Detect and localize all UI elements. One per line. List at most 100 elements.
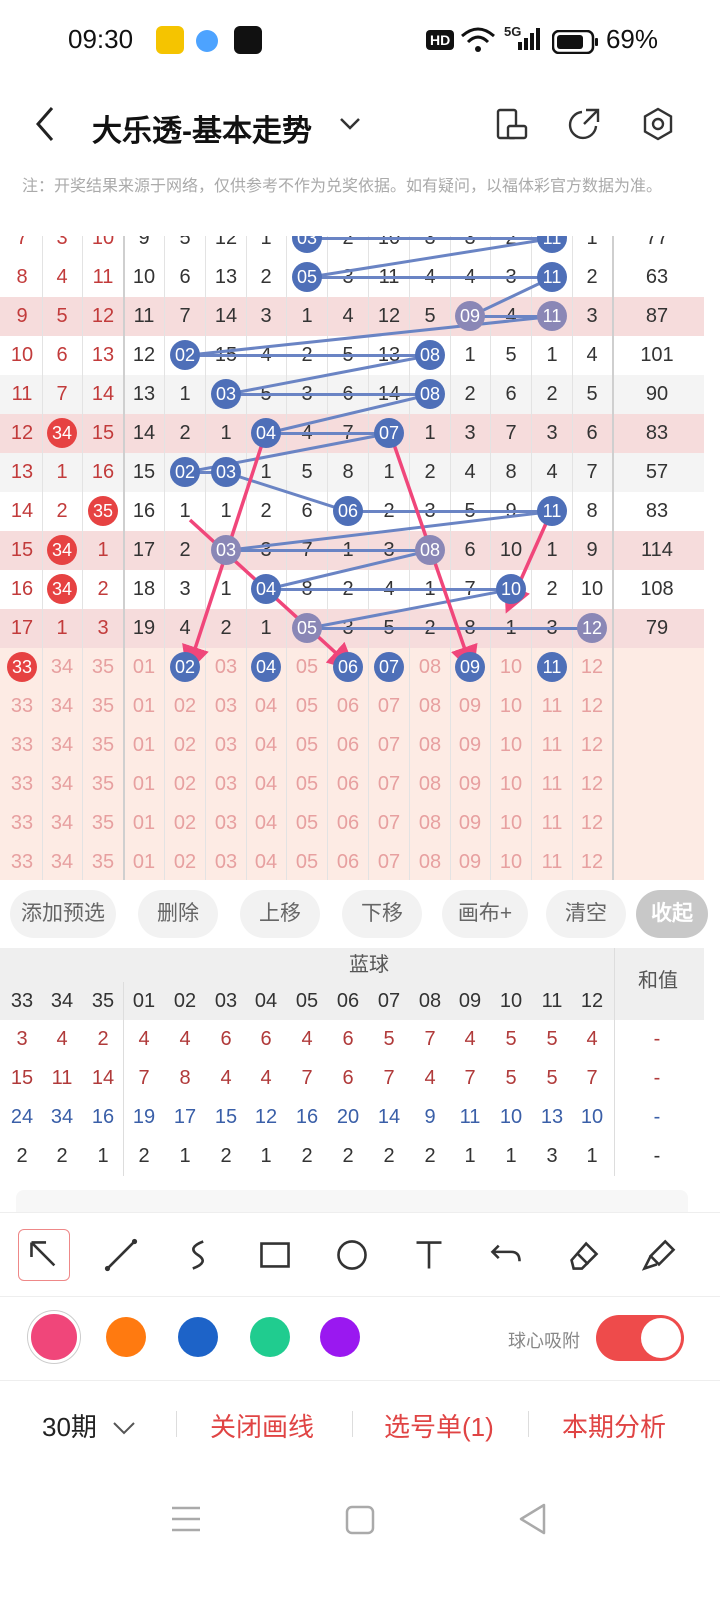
curve-tool-icon[interactable]	[172, 1229, 224, 1281]
blue-ball: 02	[170, 457, 200, 487]
front-ball: 34	[47, 574, 77, 604]
status-time: 09:30	[68, 24, 134, 54]
stats-cell: 19	[132, 1106, 156, 1128]
move-up-button[interactable]: 上移	[240, 890, 320, 938]
clear-brush-tool-icon[interactable]	[634, 1229, 686, 1281]
chevron-down-icon[interactable]	[338, 112, 362, 136]
stats-cell: 7	[383, 1067, 395, 1089]
snap-toggle[interactable]	[596, 1315, 684, 1361]
blue-ball: 02	[170, 340, 200, 370]
stats-cell: 2	[301, 1145, 313, 1167]
pick-list-button[interactable]: 选号单(1)	[384, 1407, 494, 1444]
selected-blue-ball[interactable]: 07	[374, 652, 404, 682]
clear-button[interactable]: 清空	[546, 890, 626, 938]
blue-ball: 04	[251, 418, 281, 448]
add-preselect-button[interactable]: 添加预选	[10, 890, 116, 938]
color-swatch[interactable]	[320, 1317, 360, 1357]
stats-cell: 7	[464, 1067, 476, 1089]
color-swatch[interactable]	[106, 1317, 146, 1357]
blue-ball: 09	[455, 301, 485, 331]
stats-cell: 16	[295, 1106, 319, 1128]
browser-notification-icon	[196, 30, 218, 52]
selected-blue-ball[interactable]: 06	[333, 652, 363, 682]
rect-tool-icon[interactable]	[249, 1229, 301, 1281]
trend-chart[interactable]: 7 3 10 9 5 12 1 2 10 3 3 2 1 77 8 4 11 10 6 13 2 3 11 4 4 3 2 63 9 5 1…	[0, 236, 704, 880]
stats-column-header: 11	[541, 990, 563, 1012]
stats-column-header: 35	[91, 990, 115, 1012]
period-selector[interactable]: 30期	[42, 1407, 136, 1444]
chevron-down-icon	[113, 1422, 135, 1435]
selected-blue-ball[interactable]: 04	[251, 652, 281, 682]
stats-cell: 8	[179, 1067, 191, 1089]
circle-tool-icon[interactable]	[326, 1229, 378, 1281]
stats-divider	[123, 982, 124, 1176]
stats-cell: 12	[254, 1106, 278, 1128]
app-header: 大乐透-基本走势	[0, 84, 720, 170]
move-down-button[interactable]: 下移	[342, 890, 422, 938]
stats-cell: 4	[56, 1028, 68, 1050]
line-tool-icon[interactable]	[95, 1229, 147, 1281]
canvas-plus-button[interactable]: 画布+	[442, 890, 528, 938]
color-swatch[interactable]	[28, 1311, 80, 1363]
undo-tool-icon[interactable]	[480, 1229, 532, 1281]
bottom-bar: 30期 关闭画线 选号单(1) 本期分析	[0, 1380, 720, 1466]
color-swatch[interactable]	[250, 1317, 290, 1357]
blue-ball: 11	[537, 496, 567, 526]
selected-blue-ball[interactable]: 09	[455, 652, 485, 682]
menu-nav-icon[interactable]	[170, 1504, 202, 1534]
settings-hex-icon[interactable]	[640, 106, 676, 142]
stats-cell: 11	[51, 1067, 73, 1089]
selected-front-ball[interactable]: 33	[7, 652, 37, 682]
analysis-button[interactable]: 本期分析	[562, 1407, 666, 1444]
stats-column-header: 34	[50, 990, 74, 1012]
screen-rotate-icon[interactable]	[494, 106, 530, 142]
blue-ball: 04	[251, 574, 281, 604]
home-nav-icon[interactable]	[344, 1504, 376, 1536]
stats-cell: 11	[459, 1106, 481, 1128]
stats-cell: 7	[301, 1067, 313, 1089]
share-icon[interactable]	[566, 106, 602, 142]
blue-ball: 11	[537, 262, 567, 292]
collapse-button[interactable]: 收起	[636, 890, 708, 938]
status-bar: 09:30 HD 5G 69%	[0, 0, 720, 84]
delete-button[interactable]: 删除	[138, 890, 218, 938]
blue-ball: 06	[333, 496, 363, 526]
stats-sum-cell: -	[653, 1028, 661, 1050]
stats-cell: 2	[383, 1145, 395, 1167]
eraser-tool-icon[interactable]	[557, 1229, 609, 1281]
blue-ball: 08	[415, 379, 445, 409]
stats-cell: 4	[424, 1067, 436, 1089]
blue-ball: 07	[374, 418, 404, 448]
stats-column-header: 03	[214, 990, 238, 1012]
text-tool-icon[interactable]	[403, 1229, 455, 1281]
stats-sum-cell: -	[653, 1106, 661, 1128]
selected-blue-ball[interactable]: 11	[537, 652, 567, 682]
divider	[352, 1411, 353, 1437]
stats-cell: 7	[424, 1028, 436, 1050]
period-label: 30期	[42, 1412, 97, 1442]
close-draw-button[interactable]: 关闭画线	[210, 1407, 314, 1444]
page-title: 大乐透-基本走势	[92, 115, 312, 148]
stats-cell: 2	[56, 1145, 68, 1167]
blue-ball: 08	[415, 535, 445, 565]
color-swatch[interactable]	[178, 1317, 218, 1357]
stats-cell: 6	[260, 1028, 272, 1050]
stats-cell: 7	[586, 1067, 598, 1089]
back-arrow-icon[interactable]	[30, 104, 60, 144]
stats-cell: 5	[546, 1067, 558, 1089]
stats-cell: 2	[97, 1028, 109, 1050]
blue-group-label: 蓝球	[349, 954, 389, 976]
selected-blue-ball[interactable]: 02	[170, 652, 200, 682]
stats-cell: 4	[301, 1028, 313, 1050]
signal-icon	[518, 28, 540, 50]
stats-cell: 2	[16, 1145, 28, 1167]
stats-sum-cell: -	[653, 1067, 661, 1089]
stats-cell: 3	[16, 1028, 28, 1050]
stats-cell: 4	[260, 1067, 272, 1089]
back-nav-icon[interactable]	[516, 1502, 548, 1536]
stats-cell: 14	[91, 1067, 115, 1089]
stats-column-header: 04	[254, 990, 278, 1012]
stats-sum-cell: -	[653, 1145, 661, 1167]
stats-cell: 3	[546, 1145, 558, 1167]
arrow-tool-icon[interactable]	[18, 1229, 70, 1281]
